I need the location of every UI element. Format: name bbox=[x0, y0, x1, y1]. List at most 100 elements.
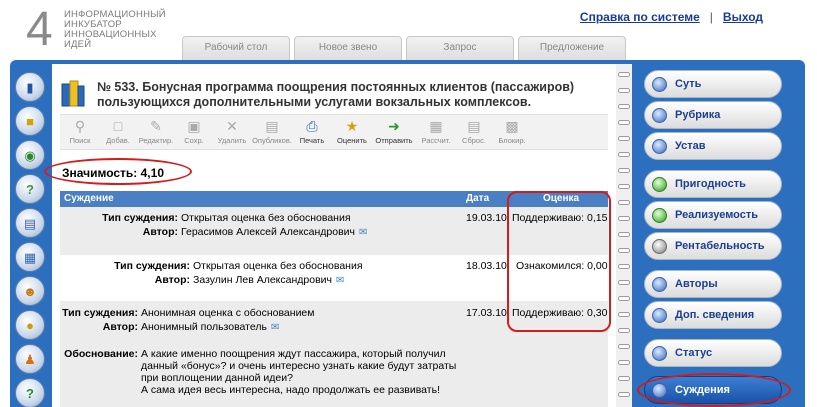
nav-dot-icon bbox=[652, 308, 667, 323]
button-label: Поиск bbox=[69, 136, 91, 145]
ring bbox=[618, 248, 630, 253]
book-icon[interactable]: ▮ bbox=[15, 72, 45, 102]
publish-button[interactable]: ▤ Опубликов. bbox=[252, 117, 292, 146]
nav-label: Рубрика bbox=[675, 109, 721, 121]
print-button[interactable]: ⎙ Печать bbox=[292, 117, 332, 146]
add-button[interactable]: □ Добав. bbox=[98, 117, 138, 145]
save-button[interactable]: ▣ Сохр. bbox=[174, 117, 214, 146]
ring bbox=[618, 376, 630, 381]
tab-new-link[interactable]: Новое звено bbox=[294, 36, 402, 62]
search-icon: ⚲ bbox=[74, 117, 86, 134]
reset-icon: ▤ bbox=[467, 117, 481, 134]
logo[interactable]: 4 ИНФОРМАЦИОННЫЙ ИНКУБАТОР ИННОВАЦИОННЫХ… bbox=[26, 6, 186, 58]
col-date: Дата bbox=[466, 193, 490, 204]
ring bbox=[618, 72, 630, 77]
nav-dot-icon bbox=[652, 208, 667, 223]
calculate-button[interactable]: ▦ Рассчит. bbox=[416, 117, 456, 146]
ring bbox=[618, 104, 630, 109]
document-icon[interactable]: ▤ bbox=[15, 208, 45, 238]
folder-icon[interactable]: ■ bbox=[15, 106, 45, 136]
user-icon[interactable]: ☻ bbox=[15, 276, 45, 306]
edit-icon: ✎ bbox=[150, 117, 162, 134]
author-label: Автор: bbox=[102, 321, 138, 333]
nav-dot-icon bbox=[652, 239, 667, 254]
button-label: Редактир. bbox=[138, 136, 174, 145]
author-value: Герасимов Алексей Александрович ✉ bbox=[181, 226, 367, 238]
tab-proposal[interactable]: Предложение bbox=[518, 36, 626, 62]
question-icon[interactable]: ? bbox=[15, 174, 45, 204]
delete-button[interactable]: ✕ Удалить bbox=[212, 117, 252, 146]
reason-line: А сама идея весь интересна, надо продолж… bbox=[141, 384, 440, 396]
author-label: Автор: bbox=[142, 226, 178, 238]
nav-extra-info[interactable]: Доп. сведения bbox=[644, 301, 782, 329]
coins-icon[interactable]: ● bbox=[15, 310, 45, 340]
logout-link[interactable]: Выход bbox=[723, 10, 763, 24]
nav-profitability[interactable]: Рентабельность bbox=[644, 232, 782, 260]
reason-line: данный «бонус»? и очень интересно узнать… bbox=[141, 360, 457, 372]
nav-rubric[interactable]: Рубрика bbox=[644, 101, 782, 129]
nav-status[interactable]: Статус bbox=[644, 339, 782, 367]
ring bbox=[618, 152, 630, 157]
ring bbox=[618, 264, 630, 269]
ring bbox=[618, 312, 630, 317]
col-judgement: Суждение bbox=[64, 193, 114, 204]
author-name: Герасимов Алексей Александрович bbox=[181, 226, 356, 238]
send-button[interactable]: ➜ Отправить bbox=[374, 117, 414, 146]
ring bbox=[618, 280, 630, 285]
type-label: Тип суждения: bbox=[62, 307, 138, 319]
reason-label: Обоснование: bbox=[64, 348, 138, 360]
nav-essence[interactable]: Суть bbox=[644, 70, 782, 98]
reset-button[interactable]: ▤ Сброс. bbox=[454, 117, 494, 146]
ring bbox=[618, 120, 630, 125]
lock-button[interactable]: ▩ Блокир. bbox=[492, 117, 532, 146]
ring bbox=[618, 136, 630, 141]
reason-line: при воплощении данной идеи? bbox=[141, 372, 293, 384]
globe-icon[interactable]: ◉ bbox=[15, 140, 45, 170]
edit-button[interactable]: ✎ Редактир. bbox=[136, 117, 176, 146]
type-value: Анонимная оценка с обоснованием bbox=[141, 307, 315, 319]
nav-label: Статус bbox=[675, 347, 713, 359]
type-label: Тип суждения: bbox=[114, 260, 190, 272]
tab-request[interactable]: Запрос bbox=[406, 36, 514, 62]
help-link[interactable]: Справка по системе bbox=[580, 10, 700, 24]
nav-dot-icon bbox=[652, 139, 667, 154]
button-label: Отправить bbox=[375, 136, 413, 145]
nav-dot-icon bbox=[652, 177, 667, 192]
ring bbox=[618, 328, 630, 333]
mail-icon[interactable]: ✉ bbox=[359, 227, 367, 238]
nav-authors[interactable]: Авторы bbox=[644, 270, 782, 298]
nav-dot-icon bbox=[652, 346, 667, 361]
ring bbox=[618, 184, 630, 189]
button-label: Печать bbox=[299, 136, 325, 145]
rate-icon: ★ bbox=[345, 117, 359, 134]
tab-desktop[interactable]: Рабочий стол bbox=[182, 36, 290, 62]
calendar-icon[interactable]: ▦ bbox=[15, 242, 45, 272]
link-separator: | bbox=[709, 10, 713, 24]
nav-label: Авторы bbox=[675, 278, 718, 290]
mail-icon[interactable]: ✉ bbox=[271, 322, 279, 333]
nav-feasibility[interactable]: Реализуемость bbox=[644, 201, 782, 229]
ring bbox=[618, 232, 630, 237]
nav-label: Рентабельность bbox=[675, 240, 765, 252]
person-icon[interactable]: ♟ bbox=[15, 344, 45, 374]
calculate-icon: ▦ bbox=[429, 117, 443, 134]
nav-suitability[interactable]: Пригодность bbox=[644, 170, 782, 198]
button-label: Сброс. bbox=[462, 136, 486, 145]
spiral-binding bbox=[616, 64, 632, 407]
nav-charter[interactable]: Устав bbox=[644, 132, 782, 160]
search-button[interactable]: ⚲ Поиск bbox=[60, 117, 100, 146]
rate-button[interactable]: ★ Оценить bbox=[332, 117, 372, 146]
top-links: Справка по системе | Выход bbox=[580, 10, 763, 24]
mail-icon[interactable]: ✉ bbox=[336, 275, 344, 286]
nav-label: Пригодность bbox=[675, 178, 746, 190]
button-label: Рассчит. bbox=[421, 136, 451, 145]
ring bbox=[618, 296, 630, 301]
type-value: Открытая оценка без обоснования bbox=[181, 212, 351, 224]
nav-label: Устав bbox=[675, 140, 706, 152]
help-icon[interactable]: ? bbox=[15, 378, 45, 407]
type-value: Открытая оценка без обоснования bbox=[193, 260, 363, 272]
author-value: Анонимный пользователь ✉ bbox=[141, 321, 279, 333]
delete-icon: ✕ bbox=[226, 117, 238, 134]
nav-dot-icon bbox=[652, 277, 667, 292]
button-label: Оценить bbox=[337, 136, 367, 145]
